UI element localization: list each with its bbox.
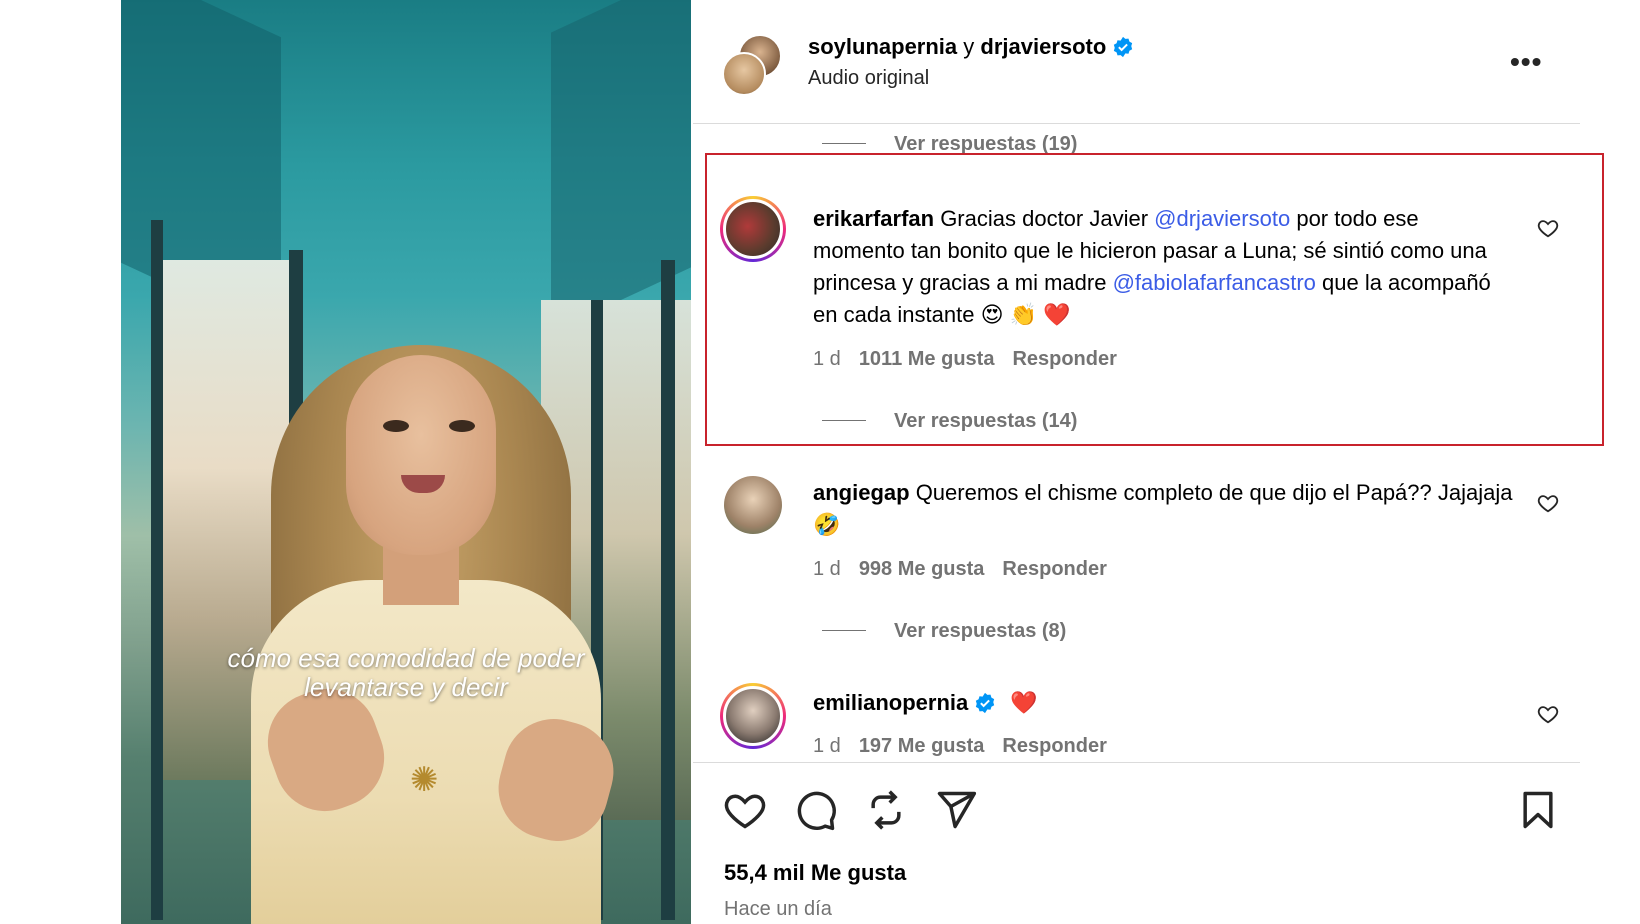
- divider: [693, 762, 1580, 763]
- replies-dash: [822, 420, 866, 421]
- comment-meta: 1 d 998 Me gusta Responder: [813, 558, 1125, 581]
- heart-icon[interactable]: [723, 788, 767, 832]
- avatar-image: [723, 686, 783, 746]
- comment-text: Queremos el chisme completo de que dijo …: [813, 480, 1513, 537]
- mention-link[interactable]: @drjaviersoto: [1154, 206, 1290, 231]
- comment-text: ❤️: [1010, 690, 1038, 715]
- avatar[interactable]: [724, 476, 782, 534]
- comment-username[interactable]: erikarfarfan: [813, 206, 934, 231]
- view-replies-link[interactable]: Ver respuestas (8): [822, 620, 1066, 643]
- mention-link[interactable]: @fabiolafarfancastro: [1113, 270, 1316, 295]
- like-comment-heart-icon[interactable]: [1537, 492, 1559, 514]
- avatar[interactable]: [720, 683, 786, 749]
- share-icon[interactable]: [934, 788, 978, 832]
- view-replies-label: Ver respuestas (14): [894, 410, 1078, 432]
- comment-body: emilianopernia ❤️: [813, 687, 1513, 719]
- post-time[interactable]: Hace un día: [724, 898, 832, 921]
- comment-icon[interactable]: [794, 788, 838, 832]
- window-mullion: [661, 260, 675, 920]
- view-replies-label: Ver respuestas (19): [894, 133, 1078, 155]
- reply-button[interactable]: Responder: [1002, 558, 1106, 580]
- author-link[interactable]: drjaviersoto: [980, 34, 1106, 59]
- repost-icon[interactable]: [864, 788, 908, 832]
- comment-text: Gracias doctor Javier: [934, 206, 1155, 231]
- avatar[interactable]: [722, 52, 766, 96]
- replies-dash: [822, 630, 866, 631]
- avatar[interactable]: [720, 196, 786, 262]
- collab-avatars[interactable]: [722, 34, 782, 96]
- like-comment-heart-icon[interactable]: [1537, 217, 1559, 239]
- replies-dash: [822, 143, 866, 144]
- sun-pendant: ✺: [410, 761, 439, 799]
- comment-username[interactable]: emilianopernia: [813, 690, 968, 715]
- reply-button[interactable]: Responder: [1012, 348, 1116, 370]
- post-authors: soylunapernia y drjaviersoto: [808, 32, 1134, 62]
- comment-time[interactable]: 1 d: [813, 558, 841, 580]
- comment-likes[interactable]: 998 Me gusta: [859, 558, 985, 580]
- comment-body: erikarfarfan Gracias doctor Javier @drja…: [813, 203, 1513, 331]
- view-replies-link[interactable]: Ver respuestas (14): [822, 410, 1077, 433]
- person-face: [346, 355, 496, 555]
- comment-likes[interactable]: 1011 Me gusta: [859, 348, 995, 370]
- more-icon[interactable]: •••: [1510, 46, 1542, 78]
- comment-time[interactable]: 1 d: [813, 348, 841, 370]
- view-replies-label: Ver respuestas (8): [894, 620, 1067, 642]
- like-comment-heart-icon[interactable]: [1537, 703, 1559, 725]
- person-eye: [383, 420, 409, 432]
- subtitle-line: levantarse y decir: [304, 672, 508, 702]
- subtitle-line: cómo esa comodidad de poder: [227, 643, 585, 673]
- window-mullion: [151, 220, 163, 920]
- reel-video[interactable]: ✺ cómo esa comodidad de poder levantarse…: [121, 0, 691, 924]
- post-likes[interactable]: 55,4 mil Me gusta: [724, 860, 906, 886]
- comment-username[interactable]: angiegap: [813, 480, 910, 505]
- verified-icon: [976, 692, 995, 714]
- comment-meta: 1 d 197 Me gusta Responder: [813, 735, 1125, 758]
- reply-button[interactable]: Responder: [1002, 735, 1106, 757]
- bookmark-icon[interactable]: [1516, 788, 1560, 832]
- video-subtitle: cómo esa comodidad de poder levantarse y…: [121, 644, 691, 702]
- avatar-image: [723, 199, 783, 259]
- comment-time[interactable]: 1 d: [813, 735, 841, 757]
- divider: [693, 123, 1580, 124]
- author-link[interactable]: soylunapernia: [808, 34, 957, 59]
- author-connector: y: [957, 34, 981, 59]
- comment-body: angiegap Queremos el chisme completo de …: [813, 477, 1513, 541]
- comment-meta: 1 d 1011 Me gusta Responder: [813, 348, 1135, 371]
- verified-icon: [1114, 36, 1133, 58]
- audio-link[interactable]: Audio original: [808, 67, 929, 90]
- comment-likes[interactable]: 197 Me gusta: [859, 735, 985, 757]
- person-eye: [449, 420, 475, 432]
